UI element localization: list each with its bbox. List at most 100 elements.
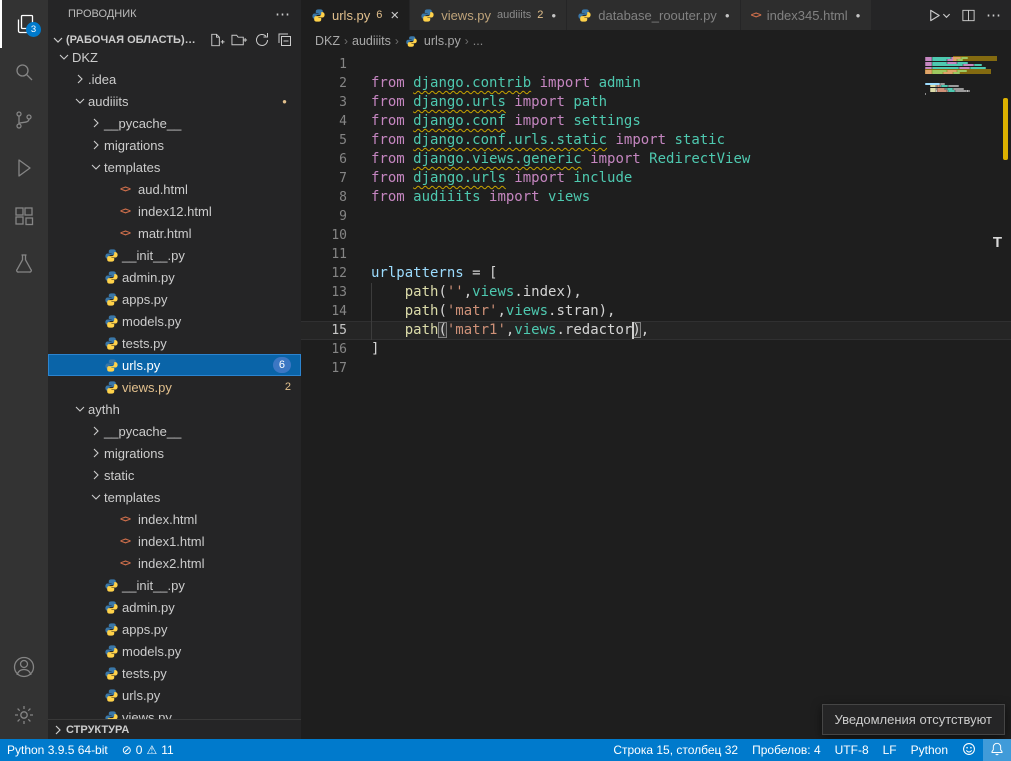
dirty-indicator[interactable]: ● (551, 11, 556, 20)
editor-scrollbar[interactable] (1001, 52, 1011, 739)
code-line-8: 8from audiiits import views (301, 188, 1011, 207)
chevron-right-icon: › (465, 34, 469, 48)
cursor-position-item[interactable]: Строка 15, столбец 32 (606, 739, 745, 761)
tree-item-admin.py[interactable]: admin.py (48, 596, 301, 618)
tree-item-models.py[interactable]: models.py (48, 640, 301, 662)
python-interpreter-item[interactable]: Python 3.9.5 64-bit (0, 739, 115, 761)
editor-actions: ⋯ (917, 0, 1011, 30)
tab-index345.html[interactable]: <>index345.html● (741, 0, 872, 30)
tree-item-templates[interactable]: templates (48, 486, 301, 508)
tree-item-urls.py[interactable]: urls.py (48, 684, 301, 706)
code-line-12: 12urlpatterns = [ (301, 264, 1011, 283)
code-editor[interactable]: 12from django.contrib import admin3from … (301, 52, 1011, 739)
activity-settings[interactable] (0, 691, 48, 739)
indentation-item[interactable]: Пробелов: 4 (745, 739, 828, 761)
tab-views.py[interactable]: views.pyaudiiits2● (410, 0, 567, 30)
activity-account[interactable] (0, 643, 48, 691)
tree-item-__pycache__[interactable]: __pycache__ (48, 112, 301, 134)
tree-item-aythh[interactable]: aythh (48, 398, 301, 420)
tree-item-__pycache__[interactable]: __pycache__ (48, 420, 301, 442)
activity-testing[interactable] (0, 240, 48, 288)
breadcrumb-item[interactable]: audiiits (352, 34, 391, 48)
tree-item-label: apps.py (122, 622, 168, 637)
tree-item-label: migrations (104, 446, 164, 461)
html-file-icon: <> (120, 536, 138, 547)
tree-item-static[interactable]: static (48, 464, 301, 486)
tree-item-index1.html[interactable]: <>index1.html (48, 530, 301, 552)
new-folder-icon[interactable] (229, 30, 249, 50)
tree-item-apps.py[interactable]: apps.py (48, 288, 301, 310)
tree-item-matr.html[interactable]: <>matr.html (48, 222, 301, 244)
chevron-down-icon (88, 159, 104, 175)
tree-item-apps.py[interactable]: apps.py (48, 618, 301, 640)
tree-item-index.html[interactable]: <>index.html (48, 508, 301, 530)
close-tab-icon[interactable]: × (390, 8, 399, 23)
problems-indicator[interactable]: ⊘ 0 ⚠ 11 (115, 739, 181, 761)
tree-item-.idea[interactable]: .idea (48, 68, 301, 90)
notification-message: Уведомления отсутствуют (835, 712, 992, 727)
python-version-label: Python 3.9.5 64-bit (7, 743, 108, 757)
tree-item-DKZ[interactable]: DKZ (48, 52, 301, 68)
editor-more-actions-icon[interactable]: ⋯ (986, 6, 1001, 24)
activity-extensions[interactable] (0, 192, 48, 240)
tree-item-views.py[interactable]: views.py (48, 706, 301, 719)
tree-item-views.py[interactable]: views.py2 (48, 376, 301, 398)
tree-item-admin.py[interactable]: admin.py (48, 266, 301, 288)
tree-item-migrations[interactable]: migrations (48, 134, 301, 156)
workspace-section-header[interactable]: (РАБОЧАЯ ОБЛАСТЬ) ... (48, 28, 301, 52)
code-line-7: 7from django.urls import include (301, 169, 1011, 188)
breadcrumb-item[interactable]: ... (473, 34, 483, 48)
notification-toast[interactable]: Уведомления отсутствуют (822, 704, 1005, 735)
encoding-label: UTF-8 (835, 743, 869, 757)
language-mode-item[interactable]: Python (904, 739, 955, 761)
outline-section-header[interactable]: СТРУКТУРА (48, 719, 301, 739)
feedback-item[interactable] (955, 739, 983, 761)
tree-item-aud.html[interactable]: <>aud.html (48, 178, 301, 200)
editor-group: urls.py6×views.pyaudiiits2●database_roou… (301, 0, 1011, 739)
tree-item-__init__.py[interactable]: __init__.py (48, 244, 301, 266)
tree-item-label: urls.py (122, 688, 160, 703)
code-line-5: 5from django.conf.urls.static import sta… (301, 131, 1011, 150)
new-file-icon[interactable] (206, 30, 226, 50)
activity-source-control[interactable] (0, 96, 48, 144)
dirty-indicator[interactable]: ● (725, 11, 730, 20)
tree-item-label: __pycache__ (104, 116, 181, 131)
tree-item-tests.py[interactable]: tests.py (48, 662, 301, 684)
breadcrumb-item[interactable]: urls.py (424, 34, 461, 48)
line-number: 4 (301, 112, 347, 131)
activity-search[interactable] (0, 48, 48, 96)
more-actions-icon[interactable]: ⋯ (275, 5, 291, 23)
tab-database_roouter.py[interactable]: database_roouter.py● (567, 0, 740, 30)
eol-item[interactable]: LF (876, 739, 904, 761)
activity-explorer[interactable]: 3 (0, 0, 48, 48)
breadcrumb-item[interactable]: DKZ (315, 34, 340, 48)
collapse-all-icon[interactable] (275, 30, 295, 50)
html-file-icon: <> (120, 228, 138, 239)
tree-item-index12.html[interactable]: <>index12.html (48, 200, 301, 222)
code-lines: 12from django.contrib import admin3from … (301, 55, 1011, 378)
chevron-down-icon (88, 489, 104, 505)
tab-urls.py[interactable]: urls.py6× (301, 0, 410, 30)
tree-item-templates[interactable]: templates (48, 156, 301, 178)
tree-item-urls.py[interactable]: urls.py6 (48, 354, 301, 376)
tree-item-index2.html[interactable]: <>index2.html (48, 552, 301, 574)
chevron-down-icon (72, 93, 88, 109)
tree-item-models.py[interactable]: models.py (48, 310, 301, 332)
encoding-item[interactable]: UTF-8 (828, 739, 876, 761)
tree-item-tests.py[interactable]: tests.py (48, 332, 301, 354)
chevron-right-icon: › (395, 34, 399, 48)
notifications-bell-item[interactable] (983, 739, 1011, 761)
minimap[interactable] (925, 54, 997, 106)
split-editor-button[interactable] (961, 8, 976, 23)
tree-item-migrations[interactable]: migrations (48, 442, 301, 464)
tree-item-label: __init__.py (122, 578, 185, 593)
line-number: 3 (301, 93, 347, 112)
dirty-indicator[interactable]: ● (856, 11, 861, 20)
tree-item-__init__.py[interactable]: __init__.py (48, 574, 301, 596)
code-line-6: 6from django.views.generic import Redire… (301, 150, 1011, 169)
refresh-icon[interactable] (252, 30, 272, 50)
tree-item-audiiits[interactable]: audiiits● (48, 90, 301, 112)
activity-run-debug[interactable] (0, 144, 48, 192)
line-number: 9 (301, 207, 347, 226)
run-python-file-button[interactable] (927, 8, 951, 23)
